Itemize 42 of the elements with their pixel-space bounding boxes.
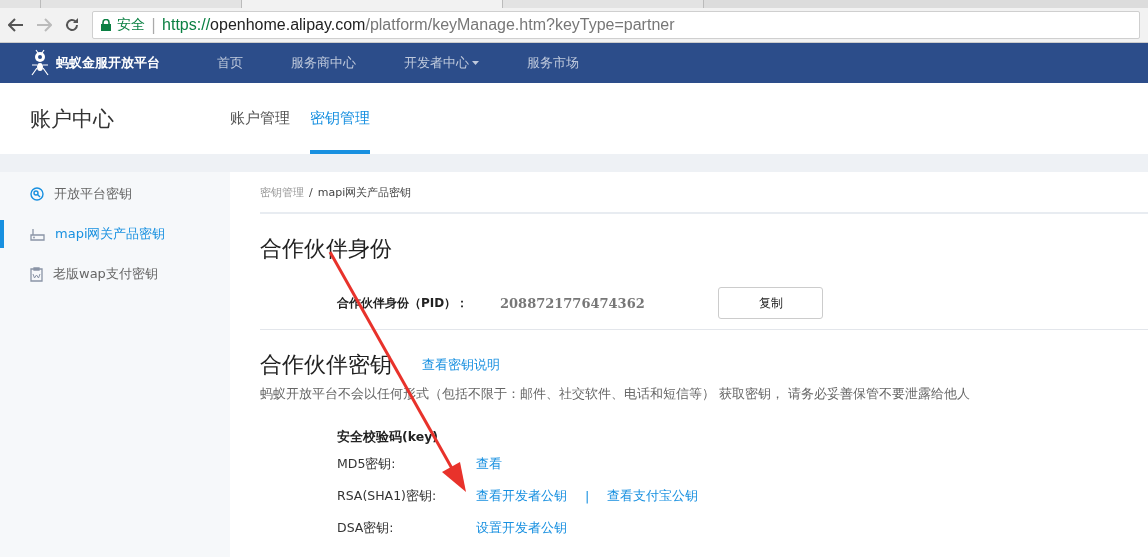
- key-link[interactable]: 查看支付宝公钥: [607, 487, 699, 505]
- browser-tab[interactable]: [242, 0, 503, 8]
- copy-button[interactable]: 复制: [718, 287, 823, 319]
- nav-link[interactable]: 首页: [217, 54, 243, 72]
- separator: |: [151, 16, 157, 34]
- sidebar-item[interactable]: 开放平台密钥: [0, 180, 230, 208]
- router-icon: [30, 227, 45, 241]
- pid-value: 2088721776474362: [500, 295, 646, 311]
- key-label: RSA(SHA1)密钥:: [337, 487, 438, 505]
- url-text: https://openhome.alipay.com/platform/keyManage.htm?keyType=partner: [162, 16, 675, 34]
- key-label: DSA密钥:: [337, 519, 395, 537]
- nav-link[interactable]: 服务市场: [527, 54, 579, 72]
- brand-name[interactable]: 蚂蚁金服开放平台: [56, 54, 160, 72]
- browser-tab[interactable]: [0, 0, 41, 8]
- lock-icon: [101, 19, 111, 31]
- nav-link[interactable]: 服务商中心: [291, 54, 356, 72]
- sidebar-item[interactable]: 老版wap支付密钥: [0, 260, 230, 288]
- security-label: 安全: [117, 16, 145, 34]
- browser-tab[interactable]: [41, 0, 242, 8]
- ant-logo-icon[interactable]: [30, 48, 50, 78]
- reload-icon[interactable]: [64, 17, 80, 33]
- page-title: 账户中心: [30, 105, 115, 133]
- section-heading: 合作伙伴密钥: [260, 351, 392, 379]
- nav-link[interactable]: 开发者中心: [404, 54, 479, 72]
- breadcrumb-current: mapi网关产品密钥: [317, 184, 412, 200]
- section-heading: 合作伙伴身份: [260, 235, 392, 263]
- breadcrumb-link[interactable]: 密钥管理: [260, 184, 304, 200]
- link-divider: |: [585, 488, 590, 504]
- browser-tab[interactable]: [503, 0, 704, 8]
- tab[interactable]: 账户管理: [230, 83, 290, 154]
- address-bar[interactable]: 安全 | https://openhome.alipay.com/platform/keyManage.htm?keyType=partner: [92, 11, 1140, 39]
- key-link[interactable]: 查看开发者公钥: [476, 487, 567, 505]
- breadcrumb-separator: /: [309, 185, 313, 199]
- key-link[interactable]: 查看: [476, 455, 502, 473]
- help-link[interactable]: 查看密钥说明: [422, 356, 500, 374]
- document-icon: [30, 266, 43, 282]
- sidebar-item[interactable]: mapi网关产品密钥: [0, 220, 230, 248]
- forward-icon[interactable]: [36, 18, 52, 32]
- back-icon[interactable]: [8, 18, 24, 32]
- key-icon: [30, 187, 44, 201]
- key-label: MD5密钥:: [337, 455, 397, 473]
- key-link[interactable]: 设置开发者公钥: [476, 519, 567, 537]
